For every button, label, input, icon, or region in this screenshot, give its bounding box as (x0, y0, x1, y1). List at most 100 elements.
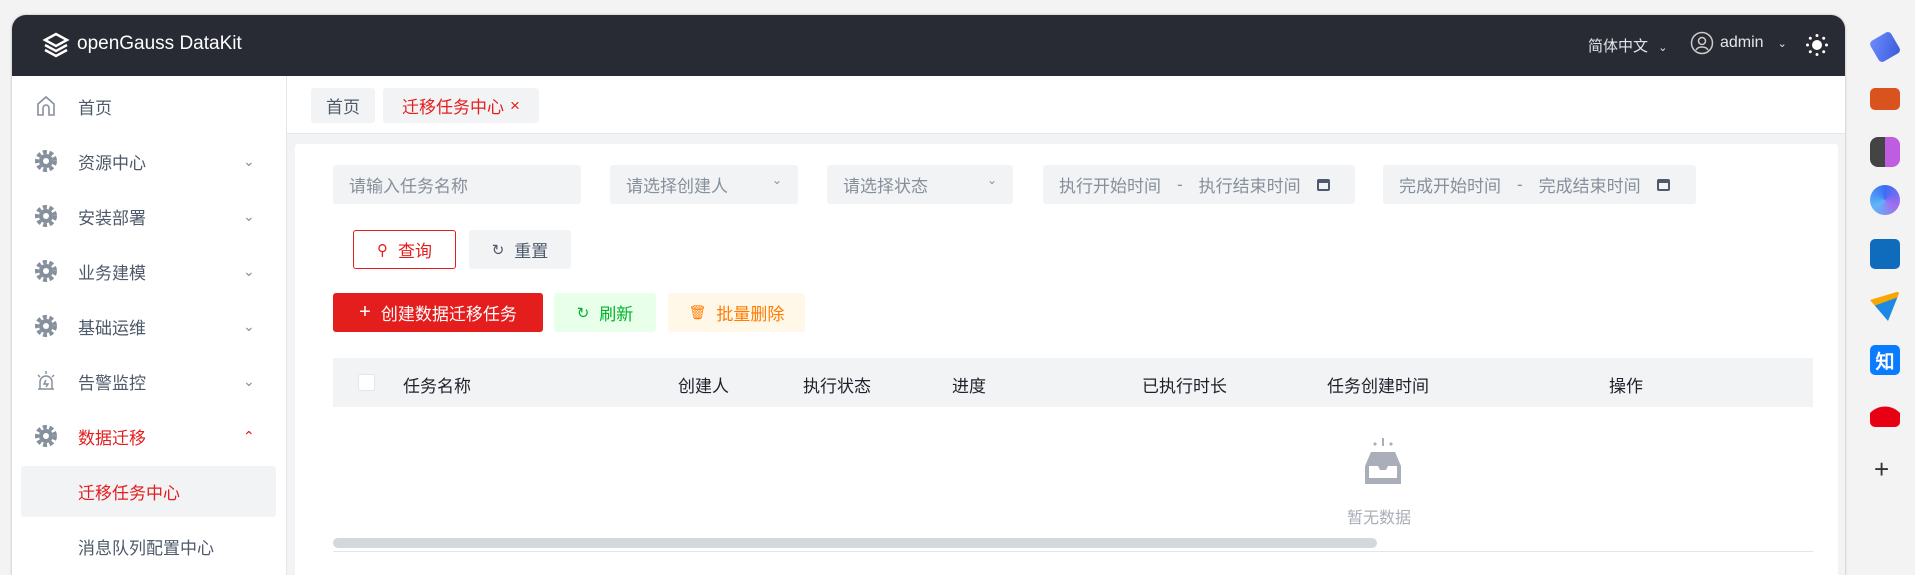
user-avatar-icon (1690, 31, 1714, 55)
select-all-checkbox[interactable] (358, 374, 375, 391)
gear-icon (35, 150, 57, 172)
sidebar-item-basic-ops[interactable]: 基础运维 ⌄ (12, 304, 287, 348)
chevron-down-icon: ⌄ (243, 152, 255, 169)
gear-icon (35, 315, 57, 337)
sidebar-item-home[interactable]: 首页 (12, 84, 287, 128)
button-label: 刷新 (599, 305, 634, 324)
sidebar-item-label: 数据迁移 (78, 428, 146, 448)
placeholder: 请选择状态 (843, 177, 928, 196)
gear-icon (35, 205, 57, 227)
sidebar-item-label: 首页 (78, 98, 112, 118)
top-bar: openGauss DataKit 简体中文 ⌄ admin ⌄ (12, 15, 1845, 76)
home-icon (37, 95, 55, 116)
range-separator: - (1517, 174, 1523, 194)
sidebar-item-label: 基础运维 (78, 318, 146, 338)
chevron-down-icon: ⌄ (1658, 42, 1668, 54)
chess-extension-icon[interactable] (1870, 137, 1900, 167)
zhihu-icon[interactable]: 知 (1870, 345, 1900, 375)
start-placeholder: 完成开始时间 (1399, 177, 1501, 196)
batch-delete-button[interactable]: 🗑 批量删除 (668, 293, 805, 332)
sidebar-subitem-migration-task-center[interactable]: 迁移任务中心 (21, 466, 276, 517)
chevron-up-icon: ⌃ (243, 427, 255, 444)
calendar-icon (1316, 178, 1330, 191)
creator-select[interactable]: 请选择创建人 ⌄ (610, 165, 798, 204)
column-header-task-name: 任务名称 (403, 377, 471, 396)
button-label: 查询 (398, 242, 432, 261)
column-header-duration: 已执行时长 (1142, 377, 1227, 396)
tab-label: 首页 (326, 98, 360, 117)
chevron-down-icon: ⌄ (243, 262, 255, 279)
reset-icon: ↻ (491, 241, 505, 259)
placeholder: 请输入任务名称 (349, 177, 468, 196)
sidebar-item-label: 业务建模 (78, 263, 146, 283)
tab-strip: 首页 迁移任务中心 × (287, 76, 1845, 134)
gear-icon (35, 425, 57, 447)
toolbox-extension-icon[interactable] (1870, 88, 1900, 110)
exec-time-range-picker[interactable]: 执行开始时间 - 执行结束时间 (1043, 165, 1355, 204)
column-header-creator: 创建人 (678, 377, 729, 396)
chevron-down-icon: ⌄ (771, 173, 782, 187)
app-window: openGauss DataKit 简体中文 ⌄ admin ⌄ 首页 资源中心… (12, 15, 1845, 575)
add-icon[interactable]: + (1874, 454, 1889, 485)
gear-icon (35, 260, 57, 282)
theme-toggle-sun-icon[interactable] (1805, 33, 1829, 57)
trash-icon: 🗑 (688, 304, 707, 320)
sidebar-subitem-label: 迁移任务中心 (78, 484, 180, 503)
task-name-input[interactable]: 请输入任务名称 (333, 165, 581, 204)
chevron-down-icon: ⌄ (986, 173, 997, 187)
sidebar-item-label: 安装部署 (78, 208, 146, 228)
sidebar-item-resource-center[interactable]: 资源中心 ⌄ (12, 139, 287, 183)
end-placeholder: 完成结束时间 (1538, 177, 1641, 196)
logo-icon (42, 32, 70, 58)
copilot-icon[interactable] (1870, 185, 1900, 215)
sidebar-item-data-migration[interactable]: 数据迁移 ⌃ (12, 414, 287, 458)
sidebar: 首页 资源中心 ⌄ 安装部署 ⌄ 业务建模 ⌄ 基础运维 ⌄ 告警监控 ⌄ 数据迁移 ⌃ 迁… (12, 76, 287, 575)
chevron-down-icon: ⌄ (243, 317, 255, 334)
sidebar-item-business-modeling[interactable]: 业务建模 ⌄ (12, 249, 287, 293)
table-header: 任务名称 创建人 执行状态 进度 已执行时长 任务创建时间 操作 (333, 358, 1813, 407)
column-header-status: 执行状态 (803, 377, 871, 396)
end-placeholder: 执行结束时间 (1198, 177, 1301, 196)
sidebar-item-install-deploy[interactable]: 安装部署 ⌄ (12, 194, 287, 238)
language-label: 简体中文 (1588, 38, 1649, 55)
language-selector[interactable]: 简体中文 ⌄ (1588, 35, 1667, 56)
huawei-icon[interactable] (1870, 397, 1900, 427)
close-icon[interactable]: × (510, 96, 520, 116)
sidebar-subitem-label: 消息队列配置中心 (78, 539, 214, 558)
refresh-button[interactable]: ↻ 刷新 (554, 293, 656, 332)
finish-time-range-picker[interactable]: 完成开始时间 - 完成结束时间 (1383, 165, 1696, 204)
table-bottom-divider (333, 551, 1813, 552)
username: admin (1720, 34, 1764, 51)
chevron-down-icon: ⌄ (243, 207, 255, 224)
query-button[interactable]: ⚲ 查询 (353, 230, 456, 269)
send-extension-icon[interactable] (1870, 291, 1900, 321)
range-separator: - (1177, 174, 1183, 194)
empty-inbox-icon (1365, 438, 1401, 484)
column-header-created-time: 任务创建时间 (1327, 377, 1429, 396)
search-icon: ⚲ (377, 241, 388, 259)
reset-button[interactable]: ↻ 重置 (469, 230, 571, 269)
user-menu[interactable]: admin ⌄ (1690, 31, 1787, 55)
outlook-icon[interactable] (1870, 239, 1900, 269)
horizontal-scrollbar[interactable] (333, 538, 1377, 548)
empty-state-text: 暂无数据 (1347, 510, 1412, 527)
content-card: 请输入任务名称 请选择创建人 ⌄ 请选择状态 ⌄ 执行开始时间 - 执行结束时间 完成开… (295, 144, 1838, 575)
sidebar-item-label: 告警监控 (78, 373, 146, 393)
status-select[interactable]: 请选择状态 ⌄ (827, 165, 1013, 204)
sidebar-item-alarm-monitor[interactable]: 告警监控 ⌄ (12, 359, 287, 403)
tab-migration-task-center[interactable]: 迁移任务中心 × (383, 88, 539, 123)
plus-icon: + (359, 301, 371, 323)
start-placeholder: 执行开始时间 (1059, 177, 1161, 196)
alarm-icon (37, 371, 55, 390)
tab-label: 迁移任务中心 (402, 98, 505, 117)
placeholder: 请选择创建人 (626, 177, 728, 196)
column-header-progress: 进度 (952, 377, 986, 396)
tab-home[interactable]: 首页 (311, 88, 375, 123)
refresh-icon: ↻ (576, 304, 590, 322)
button-label: 重置 (514, 242, 549, 261)
tag-extension-icon[interactable] (1868, 30, 1902, 64)
app-title: openGauss DataKit (77, 33, 242, 54)
sidebar-subitem-mq-config-center[interactable]: 消息队列配置中心 (21, 521, 276, 572)
button-label: 创建数据迁移任务 (380, 305, 517, 324)
create-migration-task-button[interactable]: + 创建数据迁移任务 (333, 293, 543, 332)
